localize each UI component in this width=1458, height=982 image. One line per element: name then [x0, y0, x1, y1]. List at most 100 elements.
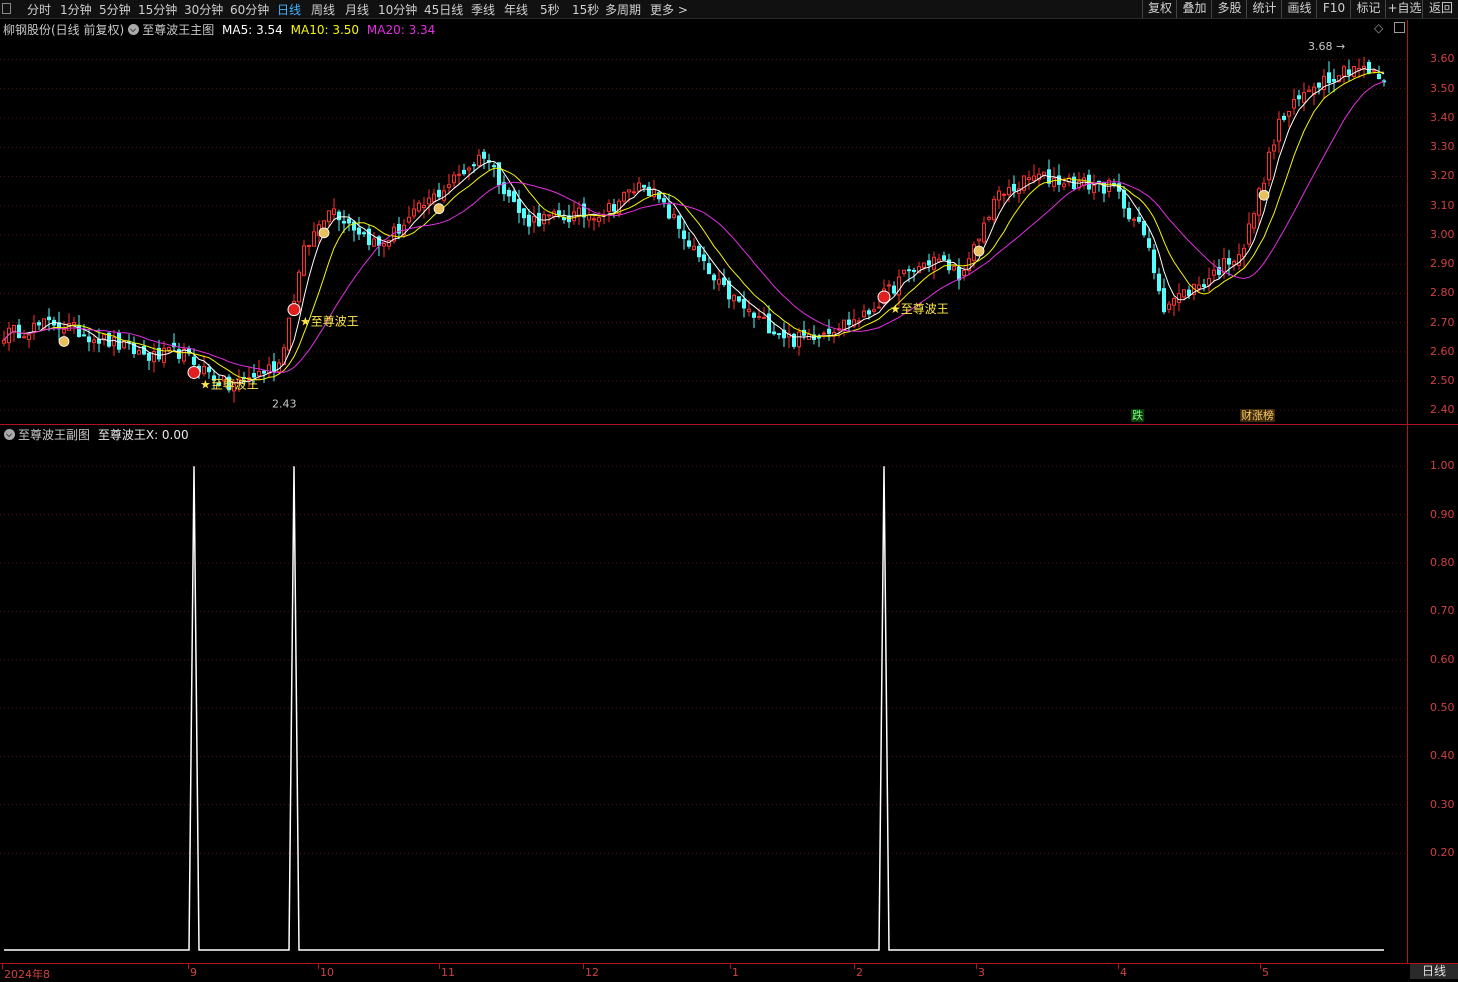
candle-body: [1372, 69, 1376, 72]
signal-label: ★至尊波王: [300, 314, 359, 329]
candle-body: [637, 182, 641, 192]
candle-body: [1347, 69, 1351, 75]
candle-body: [747, 308, 751, 313]
candle-body: [347, 218, 351, 224]
candle-body: [437, 189, 441, 198]
candle-body: [382, 242, 386, 247]
candle-body: [17, 324, 21, 339]
tag-drop[interactable]: 跌: [1131, 409, 1144, 422]
candle-body: [482, 151, 486, 159]
candle-body: [717, 279, 721, 285]
date-tick: 3: [978, 966, 985, 979]
tab-10[interactable]: 45日线: [424, 1, 463, 18]
toolbar-button-2[interactable]: 多股: [1211, 0, 1247, 18]
candle-body: [272, 361, 276, 372]
tab-8[interactable]: 月线: [345, 1, 369, 18]
window-icon[interactable]: [1394, 22, 1405, 33]
candle-body: [1267, 151, 1271, 181]
candle-body: [862, 310, 866, 318]
date-tick: 5: [1262, 966, 1269, 979]
tab-4[interactable]: 30分钟: [184, 1, 223, 18]
candle-body: [2, 339, 6, 344]
date-tick-mark: [439, 963, 440, 969]
candle-body: [297, 271, 301, 303]
candle-body: [762, 316, 766, 319]
indicator-chart[interactable]: [0, 442, 1406, 960]
tab-3[interactable]: 15分钟: [138, 1, 177, 18]
tab-2[interactable]: 5分钟: [99, 1, 131, 18]
candle-body: [822, 332, 826, 335]
toolbar-button-7[interactable]: +自选: [1385, 0, 1423, 18]
candle-body: [447, 184, 451, 188]
candle-body: [457, 173, 461, 176]
candle-body: [27, 334, 31, 340]
diamond-icon[interactable]: ◇: [1374, 21, 1383, 35]
value-tick: 1.00: [1430, 459, 1455, 473]
period-label[interactable]: 日线: [1410, 964, 1458, 979]
candle-body: [772, 331, 776, 335]
indicator-dropdown-icon[interactable]: [128, 24, 140, 35]
candle-body: [702, 254, 706, 262]
candle-body: [767, 313, 771, 334]
candle-body: [1142, 220, 1146, 236]
tab-0[interactable]: 分时: [27, 1, 51, 18]
toolbar-button-0[interactable]: 复权: [1142, 0, 1177, 18]
toolbar-button-4[interactable]: 画线: [1281, 0, 1317, 18]
toolbar-button-8[interactable]: 返回: [1422, 0, 1458, 18]
panel-toggle-icon[interactable]: [2, 3, 11, 14]
candle-body: [987, 216, 991, 220]
tab-11[interactable]: 季线: [471, 1, 495, 18]
candle-body: [337, 211, 341, 221]
candle-body: [907, 269, 911, 272]
candle-body: [512, 191, 516, 202]
candle-body: [1187, 289, 1191, 296]
tab-9[interactable]: 10分钟: [378, 1, 417, 18]
candle-body: [1137, 216, 1141, 222]
date-tick: 9: [190, 966, 197, 979]
price-tick: 2.40: [1430, 403, 1455, 417]
candle-body: [1227, 258, 1231, 265]
tab-7[interactable]: 周线: [311, 1, 335, 18]
tab-14[interactable]: 15秒: [572, 1, 599, 18]
signal-marker: [877, 290, 891, 304]
value-tick: 0.50: [1430, 701, 1455, 715]
candle-body: [327, 210, 331, 223]
candle-body: [147, 352, 151, 361]
candle-body: [302, 245, 306, 276]
money-bag-icon: [973, 245, 985, 257]
tab-5[interactable]: 60分钟: [230, 1, 269, 18]
tab-16[interactable]: 更多 >: [650, 1, 688, 18]
date-tick: 10: [320, 966, 334, 979]
candle-body: [1297, 95, 1301, 100]
tab-15[interactable]: 多周期: [605, 1, 641, 18]
candle-body: [927, 260, 931, 266]
sub-indicator-dropdown-icon[interactable]: [4, 429, 15, 440]
tag-list[interactable]: 财涨榜: [1240, 409, 1275, 422]
toolbar-button-1[interactable]: 叠加: [1176, 0, 1212, 18]
candle-body: [1032, 175, 1036, 182]
candle-body: [712, 274, 716, 281]
candle-body: [97, 339, 101, 344]
candlestick-chart[interactable]: ★至尊波王 ★至尊波王 ★至尊波王 3.68 → 2.43: [0, 36, 1406, 422]
tab-13[interactable]: 5秒: [540, 1, 560, 18]
candle-body: [492, 165, 496, 168]
price-tick: 3.00: [1430, 227, 1455, 241]
indicator-name[interactable]: 至尊波王主图: [142, 23, 214, 37]
tab-12[interactable]: 年线: [504, 1, 528, 18]
money-bag-icon: [318, 227, 330, 239]
tab-6[interactable]: 日线: [277, 1, 301, 18]
candle-body: [1247, 223, 1251, 245]
candle-body: [312, 231, 316, 247]
toolbar-button-3[interactable]: 统计: [1246, 0, 1282, 18]
candle-body: [532, 216, 536, 223]
candle-body: [777, 333, 781, 336]
sub-indicator-name[interactable]: 至尊波王副图: [18, 428, 90, 442]
candle-body: [732, 294, 736, 302]
tab-1[interactable]: 1分钟: [60, 1, 92, 18]
candle-body: [607, 203, 611, 212]
toolbar-button-6[interactable]: 标记: [1350, 0, 1386, 18]
price-tick: 3.10: [1430, 198, 1455, 212]
candle-body: [1157, 273, 1161, 292]
value-tick: 0.40: [1430, 749, 1455, 763]
toolbar-button-5[interactable]: F10: [1316, 0, 1351, 18]
